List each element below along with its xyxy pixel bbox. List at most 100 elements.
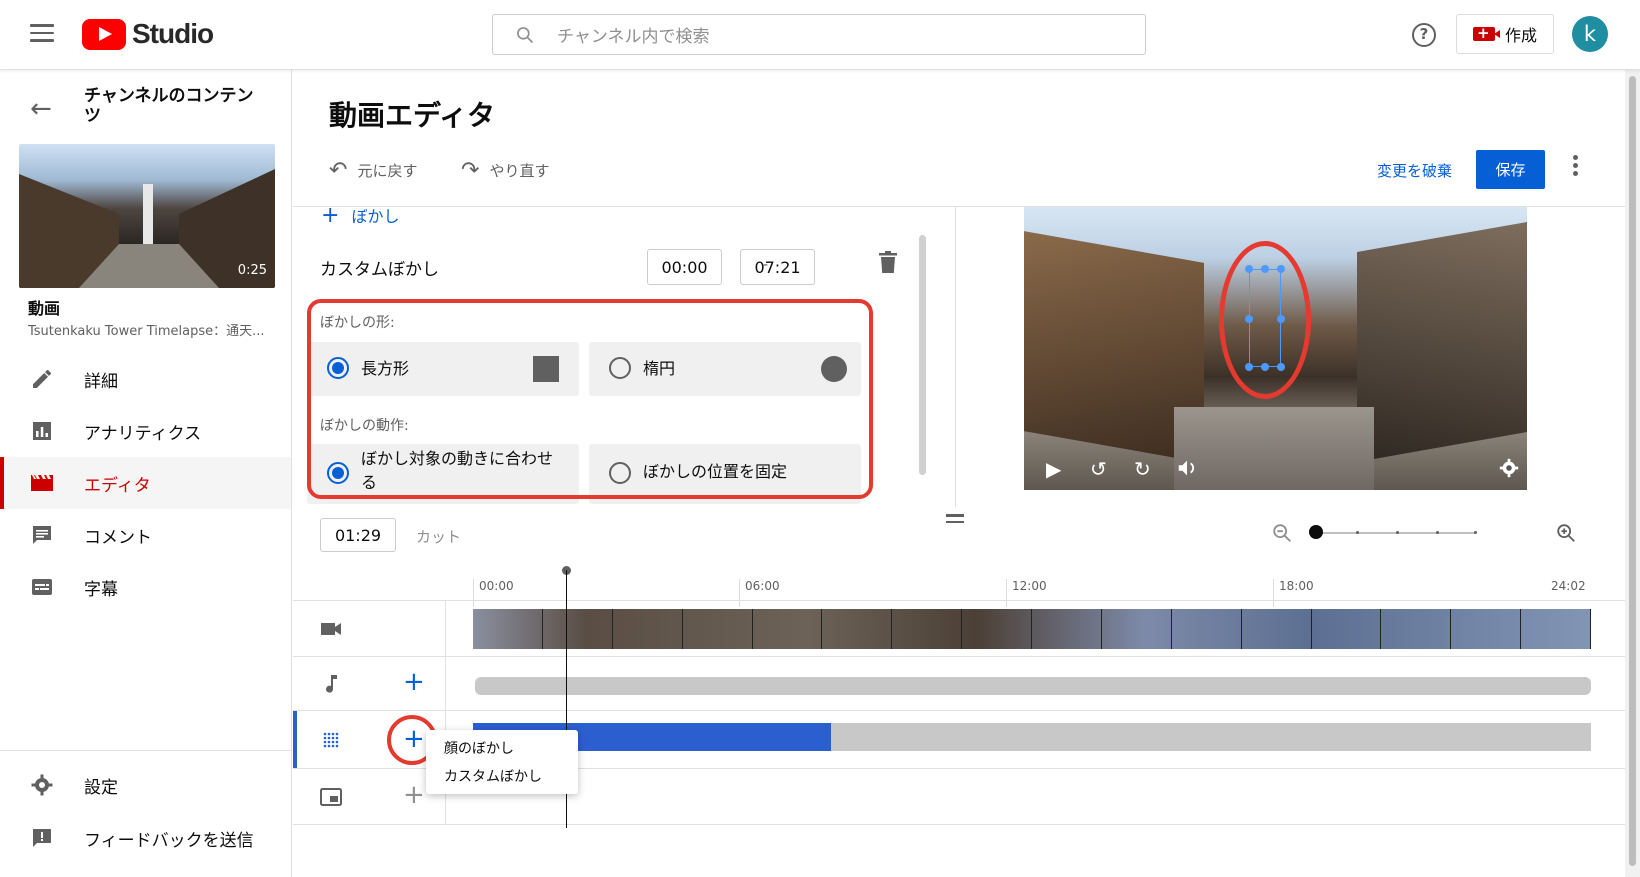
sidebar-item-label: 字幕	[84, 579, 118, 600]
sidebar-item-label: エディタ	[84, 475, 151, 496]
redo-button[interactable]: ↷ やり直す	[461, 158, 549, 183]
resize-handle[interactable]	[1245, 265, 1253, 273]
zoom-in-icon[interactable]	[1555, 522, 1577, 544]
resize-handle[interactable]	[1261, 363, 1269, 371]
resize-handle[interactable]	[1277, 265, 1285, 273]
sidebar-item-subtitles[interactable]: 字幕	[0, 561, 291, 613]
discard-changes-button[interactable]: 変更を破棄	[1377, 160, 1452, 181]
plus-icon: +	[321, 207, 340, 228]
avatar[interactable]: k	[1572, 16, 1608, 52]
feedback-icon	[33, 829, 51, 847]
blur-end-time-input[interactable]: 07:21	[740, 249, 815, 285]
help-icon[interactable]: ?	[1412, 23, 1436, 47]
forward-10-icon[interactable]: ↻	[1134, 457, 1151, 481]
redo-icon: ↷	[461, 158, 480, 183]
volume-icon[interactable]	[1176, 457, 1198, 479]
undo-button[interactable]: ↶ 元に戻す	[329, 158, 417, 183]
trash-icon[interactable]	[879, 251, 897, 273]
page-scrollbar-thumb[interactable]	[1629, 76, 1636, 866]
channel-content-title: チャンネルのコンテンツ	[84, 86, 254, 126]
resize-handle[interactable]	[1245, 363, 1253, 371]
video-preview[interactable]: ▶ ↺ ↻	[1024, 207, 1527, 490]
blur-start-time-input[interactable]: 00:00	[647, 249, 722, 285]
menu-item-custom-blur[interactable]: カスタムぼかし	[444, 766, 542, 786]
blur-segment-bar[interactable]	[473, 723, 1591, 751]
add-blur-button[interactable]: + ぼかし	[321, 207, 399, 228]
preview-right-buildings	[1357, 222, 1527, 462]
sidebar-item-comments[interactable]: コメント	[0, 509, 291, 561]
gear-icon	[31, 774, 53, 796]
video-thumbnail[interactable]: 0:25	[19, 144, 275, 288]
resize-handle[interactable]	[1277, 363, 1285, 371]
add-audio-button[interactable]: +	[403, 669, 425, 695]
create-label: 作成	[1504, 26, 1537, 45]
create-button[interactable]: 作成	[1456, 14, 1554, 54]
track-separator	[445, 601, 446, 656]
redo-label: やり直す	[489, 162, 550, 180]
search-input[interactable]: チャンネル内で検索	[557, 22, 710, 47]
search-box[interactable]: チャンネル内で検索	[492, 14, 1146, 55]
sidebar-item-label: コメント	[84, 527, 152, 548]
menu-item-face-blur[interactable]: 顔のぼかし	[444, 738, 514, 758]
play-icon[interactable]: ▶	[1046, 457, 1061, 481]
add-end-screen-button[interactable]: +	[403, 782, 425, 808]
sidebar-item-analytics[interactable]: アナリティクス	[0, 405, 291, 457]
resize-handle[interactable]	[1245, 315, 1253, 323]
tracks-bottom-border	[293, 824, 1625, 825]
resize-handle[interactable]	[1277, 315, 1285, 323]
resize-handle[interactable]	[1261, 265, 1269, 273]
sidebar-item-label: アナリティクス	[84, 423, 202, 444]
current-time-input[interactable]: 01:29	[320, 518, 396, 552]
cut-button[interactable]: カット	[416, 526, 461, 547]
ruler-label: 24:02	[1551, 579, 1586, 593]
pencil-icon	[33, 370, 51, 388]
zoom-tick	[1474, 531, 1477, 534]
sidebar-item-settings[interactable]: 設定	[0, 759, 291, 811]
subtitles-icon	[32, 579, 52, 595]
custom-blur-title: カスタムぼかし	[320, 260, 439, 280]
video-track	[293, 600, 1625, 656]
video-filmstrip[interactable]	[473, 609, 1591, 649]
ruler-label: 18:00	[1279, 579, 1314, 593]
clapperboard-icon	[31, 475, 53, 491]
panel-scrollbar[interactable]	[919, 235, 926, 475]
audio-waveform[interactable]	[475, 677, 1591, 695]
zoom-tick	[1396, 531, 1399, 534]
undo-icon: ↶	[329, 158, 348, 183]
preview-street	[1174, 407, 1374, 490]
add-blur-menu: 顔のぼかし カスタムぼかし	[426, 730, 578, 794]
blur-icon	[323, 732, 339, 748]
top-bar: Studio チャンネル内で検索 ? 作成 k	[0, 0, 1640, 70]
comment-icon	[33, 526, 51, 544]
save-button[interactable]: 保存	[1476, 150, 1545, 189]
sidebar-item-editor[interactable]: エディタ	[0, 457, 291, 509]
video-name: Tsutenkaku Tower Timelapse：通天...	[28, 324, 265, 339]
settings-gear-icon[interactable]	[1498, 457, 1520, 479]
back-arrow-icon[interactable]: ←	[30, 94, 52, 124]
zoom-slider-knob[interactable]	[1309, 525, 1323, 539]
page-title: 動画エディタ	[329, 99, 496, 132]
sidebar-item-feedback[interactable]: フィードバックを送信	[0, 812, 291, 864]
audio-track: +	[293, 656, 1625, 710]
zoom-out-icon[interactable]	[1271, 522, 1293, 544]
youtube-studio-logo[interactable]: Studio	[82, 18, 214, 50]
zoom-tick	[1436, 531, 1439, 534]
undo-label: 元に戻す	[357, 162, 418, 180]
blur-settings-panel: + ぼかし カスタムぼかし 00:00 - 07:21 ぼかしの形: 長方形 楕円…	[293, 207, 955, 507]
thumbnail-image	[19, 169, 275, 288]
video-camera-icon	[321, 623, 341, 635]
ruler-label: 12:00	[1012, 579, 1047, 593]
menu-icon[interactable]	[30, 24, 54, 44]
sidebar-divider	[0, 750, 291, 751]
more-options-icon[interactable]	[1565, 152, 1585, 186]
music-note-icon	[326, 675, 337, 693]
page-scrollbar[interactable]	[1625, 70, 1640, 877]
thumbnail-duration: 0:25	[237, 263, 267, 278]
resize-drag-handle[interactable]	[946, 514, 964, 527]
zoom-tick	[1356, 531, 1359, 534]
panel-divider	[955, 207, 956, 507]
ruler-label: 00:00	[479, 579, 514, 593]
add-blur-label: ぼかし	[351, 207, 400, 226]
sidebar-item-details[interactable]: 詳細	[0, 353, 291, 405]
rewind-10-icon[interactable]: ↺	[1090, 457, 1107, 481]
